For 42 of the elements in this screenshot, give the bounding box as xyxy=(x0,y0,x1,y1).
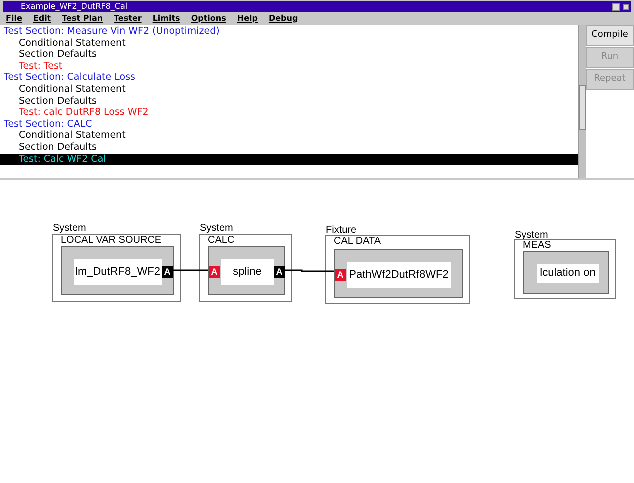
block-category: System xyxy=(515,230,548,241)
port-marker[interactable]: A xyxy=(335,269,346,281)
block-category: System xyxy=(200,223,234,234)
block-content: lculation on xyxy=(537,264,599,283)
menu-item[interactable]: Limits xyxy=(152,14,180,24)
menu-item[interactable]: Edit xyxy=(33,14,52,24)
block-category: System xyxy=(53,223,86,234)
menu-item[interactable]: Help xyxy=(237,14,258,24)
block-content: lm_DutRF8_WF2 xyxy=(74,259,162,285)
port-marker[interactable]: A xyxy=(209,266,220,278)
scroll-thumb[interactable] xyxy=(579,85,586,130)
tree-item[interactable]: Test Section: Measure Vin WF2 (Unoptimized) xyxy=(0,26,578,38)
block-title: CAL DATA xyxy=(334,236,382,247)
port-marker[interactable]: A xyxy=(274,266,285,278)
connector-line xyxy=(172,270,208,272)
window-title: Example_WF2_DutRF8_Cal xyxy=(21,2,128,12)
connector-line xyxy=(283,270,334,272)
tree-item[interactable]: Test: Test xyxy=(0,60,578,72)
menu-item[interactable]: Options xyxy=(191,14,226,24)
tree-item[interactable]: Conditional Statement xyxy=(0,38,578,50)
tree-item[interactable]: Test: Calc WF2 Cal xyxy=(0,154,578,166)
tree-item[interactable]: Conditional Statement xyxy=(0,130,578,142)
block-content: spline xyxy=(221,259,274,285)
tree-item[interactable]: Section Defaults xyxy=(0,142,578,154)
toolbar-button[interactable]: Compile xyxy=(586,25,634,46)
tree-item[interactable]: Test: calc DutRF8 Loss WF2 xyxy=(0,107,578,119)
block-content: PathWf2DutRf8WF2 xyxy=(347,262,451,288)
tree-item[interactable]: Section Defaults xyxy=(0,49,578,61)
port-marker[interactable]: A xyxy=(162,266,173,278)
menu-item[interactable]: File xyxy=(6,14,22,24)
menu-item[interactable]: Test Plan xyxy=(62,14,104,24)
tree-item[interactable]: Section Defaults xyxy=(0,96,578,108)
tree-item[interactable]: Test Section: Calculate Loss xyxy=(0,72,578,84)
tree-item[interactable]: Conditional Statement xyxy=(0,84,578,96)
menu-item[interactable]: Debug xyxy=(268,14,298,24)
block-category: Fixture xyxy=(326,225,357,236)
menu-item[interactable]: Tester xyxy=(114,14,142,24)
block-title: MEAS xyxy=(523,240,552,251)
tree-item[interactable]: Test Section: CALC xyxy=(0,118,578,130)
block-title: CALC xyxy=(208,235,235,246)
vertical-scrollbar[interactable] xyxy=(578,25,586,178)
block-title: LOCAL VAR SOURCE xyxy=(61,235,162,246)
